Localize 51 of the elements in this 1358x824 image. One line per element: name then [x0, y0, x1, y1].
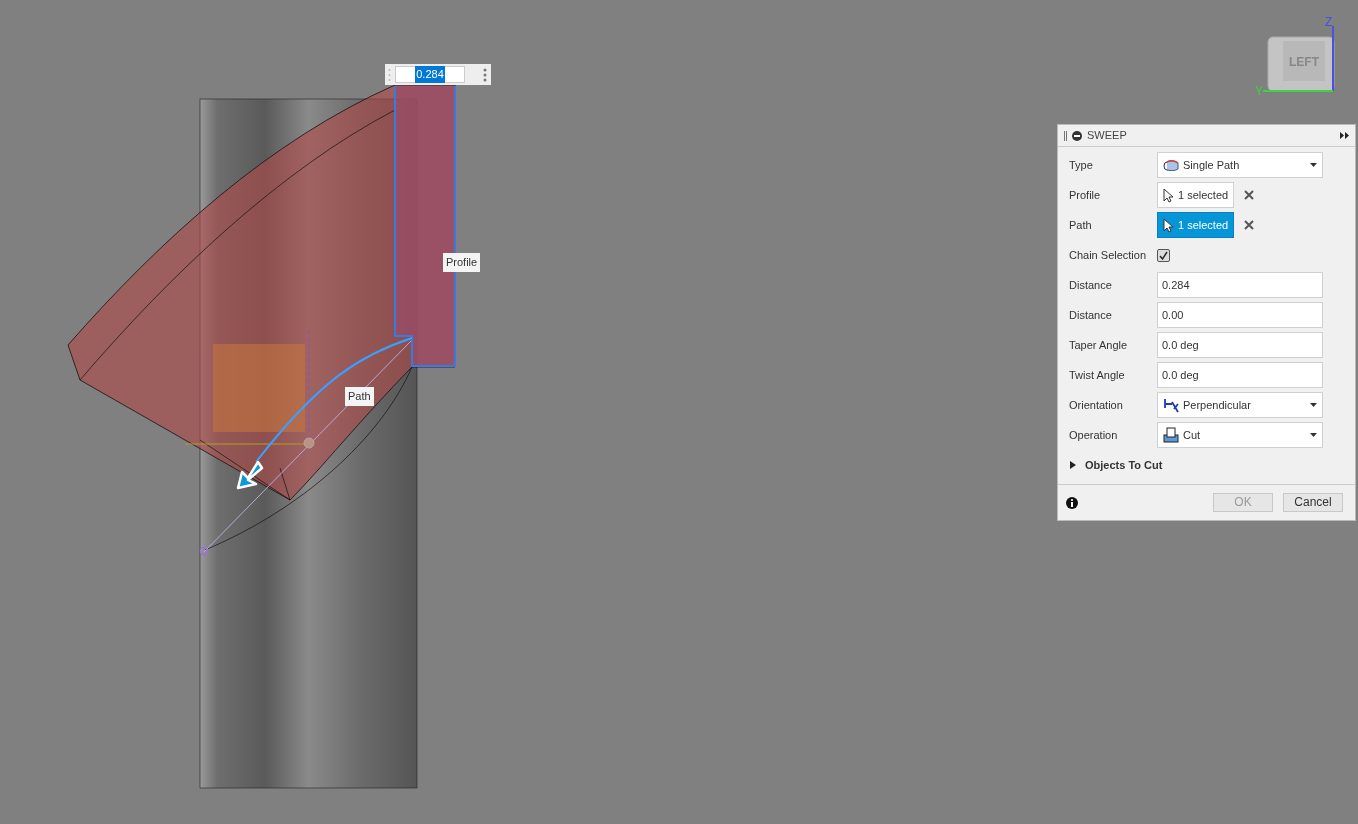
- info-icon[interactable]: [1066, 496, 1078, 509]
- dropdown[interactable]: Perpendicular: [1157, 392, 1323, 418]
- caret-icon: [1310, 433, 1317, 437]
- callout-label: Path: [345, 387, 374, 406]
- field-label: Distance: [1069, 307, 1113, 323]
- dropdown-value: Single Path: [1183, 157, 1240, 173]
- selection-button[interactable]: 1 selected: [1157, 182, 1235, 208]
- expand-icon[interactable]: [1340, 132, 1349, 139]
- sweep-icon: [1163, 159, 1179, 171]
- panel-title: SWEEP: [1087, 128, 1127, 144]
- clear-icon[interactable]: [1244, 220, 1255, 230]
- axis-label: Y: [1255, 84, 1263, 96]
- dropdown[interactable]: Single Path: [1157, 152, 1323, 178]
- input-field[interactable]: 0.00: [1157, 302, 1323, 328]
- input-field[interactable]: 0.0 deg: [1157, 362, 1323, 388]
- cursor-icon: [1163, 217, 1174, 233]
- disclosure-icon[interactable]: [1069, 461, 1077, 469]
- path-curve[interactable]: [255, 337, 413, 463]
- caret-icon: [1310, 163, 1317, 167]
- grip-icon: [388, 67, 391, 82]
- value-input[interactable]: 0.284: [395, 66, 465, 83]
- field-label: Operation: [1069, 427, 1119, 443]
- field-label: Taper Angle: [1069, 337, 1129, 353]
- input-field[interactable]: 0.284: [1157, 272, 1323, 298]
- caret-icon: [1310, 403, 1317, 407]
- field-label: Distance: [1069, 277, 1113, 293]
- clear-icon[interactable]: [1244, 190, 1255, 200]
- input-field[interactable]: 0.0 deg: [1157, 332, 1323, 358]
- perpendicular-icon: [1163, 397, 1179, 413]
- dropdown-value: Cut: [1183, 427, 1201, 443]
- field-label: Type: [1069, 157, 1094, 173]
- dropdown[interactable]: Cut: [1157, 422, 1323, 448]
- grip-icon: [1064, 130, 1067, 141]
- minus-circle-icon[interactable]: [1072, 130, 1082, 141]
- direction-arrow-icon[interactable]: [236, 460, 264, 490]
- cut-icon: [1163, 427, 1179, 443]
- field-label: Path: [1069, 217, 1093, 233]
- dropdown-value: Perpendicular: [1183, 397, 1251, 413]
- y-axis: [1262, 90, 1334, 92]
- checkbox[interactable]: [1157, 248, 1170, 262]
- field-label: Twist Angle: [1069, 367, 1126, 383]
- field-label: Chain Selection: [1069, 247, 1148, 263]
- more-icon[interactable]: [483, 67, 487, 82]
- field-label: Orientation: [1069, 397, 1124, 413]
- callout-label: Profile: [443, 253, 481, 272]
- field-label: Profile: [1069, 187, 1102, 203]
- axis-label: Z: [1325, 15, 1333, 29]
- cancel-button[interactable]: Cancel: [1283, 493, 1343, 512]
- section-header[interactable]: Objects To Cut: [1085, 456, 1163, 474]
- cursor-icon: [1163, 187, 1174, 203]
- z-axis: [1332, 25, 1334, 92]
